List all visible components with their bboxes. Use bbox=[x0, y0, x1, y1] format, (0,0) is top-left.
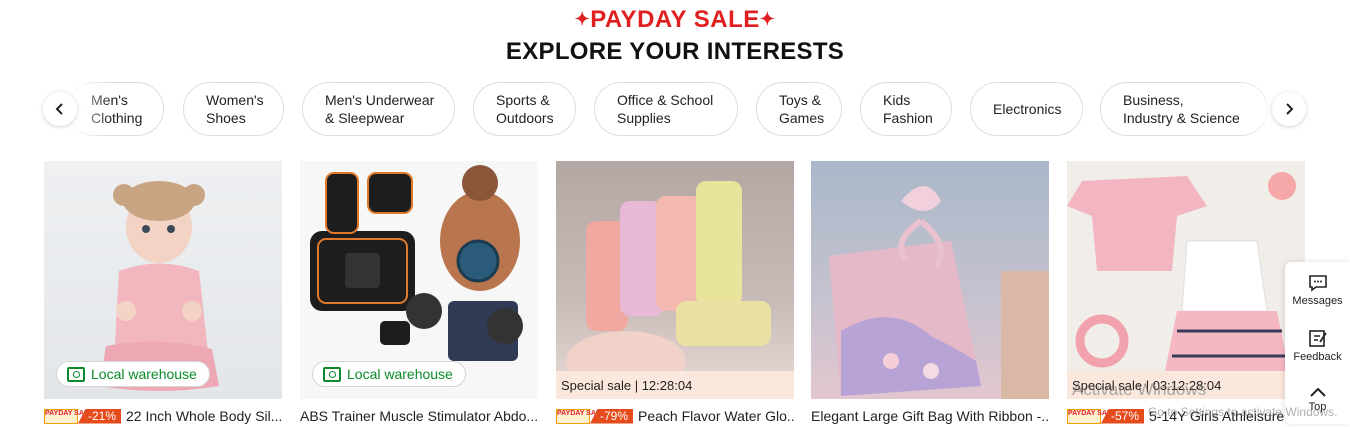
category-chip-row: Men's Clothing Women's Shoes Men's Under… bbox=[0, 82, 1350, 138]
chevron-right-icon bbox=[1286, 103, 1294, 115]
messages-button[interactable]: Messages bbox=[1285, 274, 1350, 307]
edit-note-icon bbox=[1308, 330, 1327, 347]
chevron-up-icon bbox=[1309, 387, 1326, 397]
category-chip-womens-shoes[interactable]: Women's Shoes bbox=[183, 82, 284, 136]
product-image[interactable]: Special sale | 03:12:28:04 bbox=[1067, 161, 1305, 399]
feedback-button[interactable]: Feedback bbox=[1285, 328, 1350, 363]
category-chip-label: Toys & Games bbox=[779, 92, 825, 126]
product-card[interactable]: Elegant Large Gift Bag With Ribbon -... bbox=[811, 161, 1049, 427]
product-card[interactable]: Local warehouse PAYDAY SALE -21% 22 Inch W… bbox=[44, 161, 282, 427]
category-chip-label: Kids Fashion bbox=[883, 92, 933, 126]
activate-windows-watermark: Activate Windows bbox=[1072, 380, 1207, 399]
category-chip-label: Business, Industry & Science bbox=[1123, 92, 1240, 126]
chat-icon bbox=[1308, 275, 1327, 292]
product-title: Elegant Large Gift Bag With Ribbon -... bbox=[811, 408, 1049, 424]
product-image[interactable] bbox=[811, 161, 1049, 399]
truck-icon bbox=[323, 366, 341, 382]
category-chip-office-school[interactable]: Office & School Supplies bbox=[594, 82, 738, 136]
product-image[interactable]: Local warehouse bbox=[300, 161, 538, 399]
messages-label: Messages bbox=[1292, 295, 1343, 307]
product-title: 22 Inch Whole Body Sil... bbox=[126, 408, 282, 424]
special-sale-countdown: Special sale | 12:28:04 bbox=[556, 371, 794, 399]
gift-bag-illustration bbox=[829, 186, 1049, 399]
local-warehouse-badge: Local warehouse bbox=[56, 361, 210, 387]
category-chip-mens-underwear[interactable]: Men's Underwear & Sleepwear bbox=[302, 82, 455, 136]
product-title: ABS Trainer Muscle Stimulator Abdo... bbox=[300, 408, 538, 424]
category-chip-label: Sports & Outdoors bbox=[496, 92, 554, 126]
category-chip-label: Men's Underwear & Sleepwear bbox=[325, 92, 435, 126]
carousel-prev-button[interactable] bbox=[43, 92, 77, 126]
product-image[interactable]: Local warehouse bbox=[44, 161, 282, 399]
feedback-label: Feedback bbox=[1293, 351, 1342, 363]
payday-sale-tag: PAYDAY SALE bbox=[556, 408, 605, 424]
category-chip-label: Women's Shoes bbox=[206, 92, 264, 126]
truck-icon bbox=[67, 366, 85, 382]
carousel-next-button[interactable] bbox=[1272, 92, 1306, 126]
product-title: Peach Flavor Water Glo... bbox=[638, 408, 794, 424]
payday-sale-label: PAYDAY SALE bbox=[590, 6, 760, 33]
sparkle-icon: ✦ bbox=[574, 9, 591, 29]
category-chip-kids-fashion[interactable]: Kids Fashion bbox=[860, 82, 952, 136]
payday-sale-tag: PAYDAY SALE bbox=[44, 408, 93, 424]
sparkle-icon: ✦ bbox=[759, 9, 776, 29]
local-warehouse-label: Local warehouse bbox=[347, 366, 453, 382]
category-chip-electronics[interactable]: Electronics bbox=[970, 82, 1083, 136]
local-warehouse-label: Local warehouse bbox=[91, 366, 197, 382]
activate-windows-subtext: Go to Settings to activate Windows. bbox=[1148, 405, 1338, 419]
payday-sale-tag: PAYDAY SALE bbox=[1067, 408, 1116, 424]
category-chip-sports-outdoors[interactable]: Sports & Outdoors bbox=[473, 82, 576, 136]
section-title: EXPLORE YOUR INTERESTS bbox=[505, 38, 845, 65]
girls-outfit-illustration bbox=[1067, 172, 1296, 386]
product-card[interactable]: Special sale | 12:28:04 PAYDAY SALE -79% P… bbox=[556, 161, 794, 427]
payday-sale-banner: ✦PAYDAY SALE✦ bbox=[0, 6, 1350, 34]
product-image[interactable]: Special sale | 12:28:04 bbox=[556, 161, 794, 399]
local-warehouse-badge: Local warehouse bbox=[312, 361, 466, 387]
lip-gloss-illustration bbox=[566, 181, 771, 391]
category-chip-toys-games[interactable]: Toys & Games bbox=[756, 82, 842, 136]
floating-sidebar: Messages Feedback Top bbox=[1285, 262, 1350, 424]
product-card[interactable]: Local warehouse ABS Trainer Muscle Stimu… bbox=[300, 161, 538, 427]
category-chip-label: Electronics bbox=[993, 101, 1062, 117]
category-chip-label: Office & School Supplies bbox=[617, 92, 714, 126]
chevron-left-icon bbox=[55, 103, 63, 115]
